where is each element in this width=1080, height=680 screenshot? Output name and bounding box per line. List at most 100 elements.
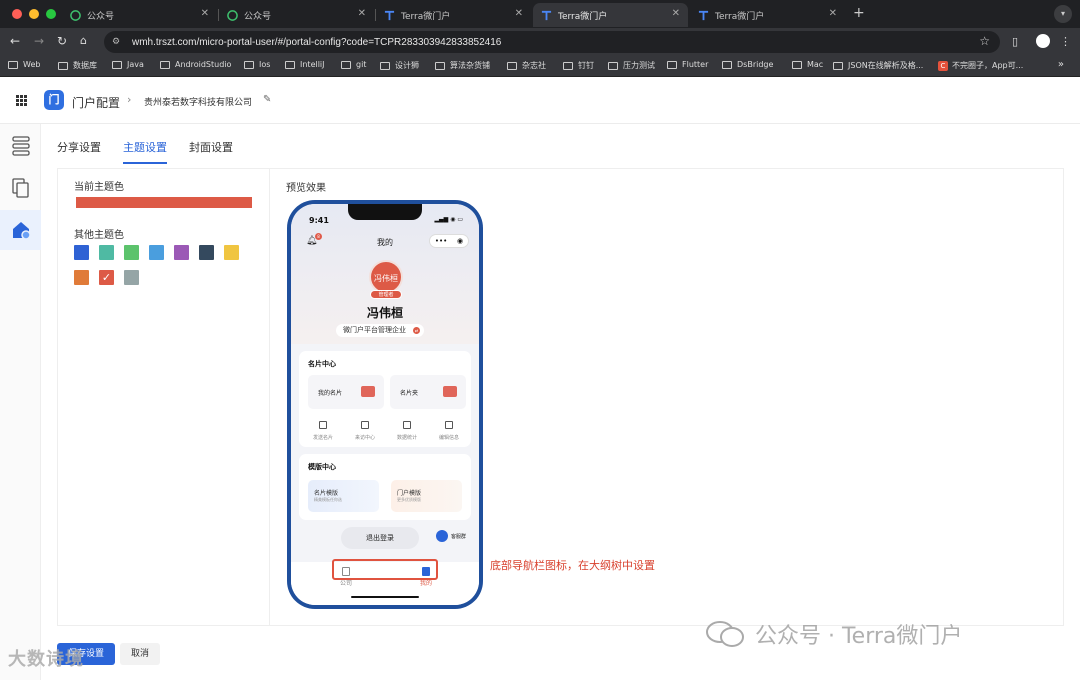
new-tab-button[interactable]: + bbox=[853, 5, 865, 21]
action-label: 编辑信息 bbox=[438, 435, 459, 441]
close-tab-icon[interactable]: ✕ bbox=[672, 8, 680, 19]
image-icon bbox=[319, 421, 327, 429]
bookmark-label: DsBridge bbox=[737, 60, 774, 69]
browser-tab[interactable]: Terra微门户 ✕ bbox=[376, 3, 531, 27]
close-tab-icon[interactable]: ✕ bbox=[358, 8, 366, 19]
bookmark-item[interactable]: Java bbox=[112, 60, 144, 69]
folder-icon bbox=[563, 61, 573, 70]
theme-swatch[interactable] bbox=[74, 270, 89, 285]
more-bookmarks-icon[interactable]: » bbox=[1058, 59, 1064, 70]
profile-avatar-icon[interactable] bbox=[1036, 34, 1050, 48]
bookmark-label: Web bbox=[23, 60, 41, 69]
wechat-icon bbox=[70, 9, 81, 21]
theme-swatch[interactable] bbox=[124, 270, 139, 285]
watermark-right: 公众号 · Terra微门户 bbox=[705, 618, 962, 650]
home-icon[interactable]: ⌂ bbox=[80, 34, 87, 47]
bookmark-star-icon[interactable]: ☆ bbox=[979, 34, 990, 48]
bookmark-item[interactable]: 算法杂货铺 bbox=[435, 60, 490, 71]
theme-swatch[interactable] bbox=[174, 245, 189, 260]
bookmark-item[interactable]: C 不完圈子，App可... bbox=[938, 60, 1023, 71]
phone-screen: 9:41 ▂▄▆ ◉ ▭ 🔔︎ 8 我的 ••• ◉ 冯伟桓 管理者 冯伟桓 微门… bbox=[291, 204, 479, 605]
theme-swatch[interactable] bbox=[149, 245, 164, 260]
back-arrow-icon[interactable]: ← bbox=[10, 34, 20, 48]
folder-icon bbox=[380, 61, 390, 70]
tab-search-chevron-icon[interactable]: ▾ bbox=[1054, 5, 1072, 23]
terra-icon bbox=[384, 10, 395, 20]
watermark-text: 公众号 · Terra微门户 bbox=[755, 624, 963, 649]
address-bar[interactable]: ⚙ wmh.trszt.com/micro-portal-user/#/port… bbox=[104, 31, 1000, 53]
bookmark-item[interactable]: Ios bbox=[244, 60, 270, 69]
theme-swatch[interactable] bbox=[99, 245, 114, 260]
role-badge: 管理者 bbox=[370, 290, 402, 299]
rail-item-theme[interactable] bbox=[0, 210, 41, 250]
theme-swatch[interactable] bbox=[199, 245, 214, 260]
rail-item-list[interactable] bbox=[0, 126, 41, 166]
tab-cover-settings[interactable]: 封面设置 bbox=[189, 139, 233, 164]
portal-template-tile: 门户模版 更多优质模版 bbox=[391, 480, 462, 512]
bookmark-item[interactable]: 杂志社 bbox=[507, 60, 546, 71]
browser-tab[interactable]: Terra微门户 ✕ bbox=[690, 3, 845, 27]
bookmark-item[interactable]: Mac bbox=[792, 60, 823, 69]
site-settings-icon[interactable]: ⚙ bbox=[112, 37, 122, 47]
browser-tab-active[interactable]: Terra微门户 ✕ bbox=[533, 3, 688, 27]
bookmark-item[interactable]: JSON在线解析及格... bbox=[833, 60, 923, 71]
forward-arrow-icon[interactable]: → bbox=[34, 34, 44, 48]
bookmark-label: 算法杂货铺 bbox=[450, 61, 490, 70]
watermark-left: 大数诗境 bbox=[8, 649, 84, 670]
app-grid-icon[interactable] bbox=[16, 95, 27, 106]
cancel-button[interactable]: 取消 bbox=[120, 643, 160, 665]
bookmark-label: 不完圈子，App可... bbox=[952, 61, 1024, 70]
url-text[interactable]: wmh.trszt.com/micro-portal-user/#/portal… bbox=[132, 37, 501, 48]
close-tab-icon[interactable]: ✕ bbox=[829, 8, 837, 19]
template-name: 门户模版 bbox=[397, 490, 422, 497]
tab-share-settings[interactable]: 分享设置 bbox=[57, 139, 101, 164]
close-tab-icon[interactable]: ✕ bbox=[515, 8, 523, 19]
bookmark-item[interactable]: 数据库 bbox=[58, 60, 97, 71]
tab-strip: 公众号 ✕ 公众号 ✕ Terra微门户 ✕ Terra微门户 ✕ Terra微… bbox=[0, 0, 1080, 28]
settings-tabs: 分享设置 主题设置 封面设置 bbox=[57, 139, 255, 164]
left-rail bbox=[0, 124, 41, 680]
bookmark-item[interactable]: Flutter bbox=[667, 60, 708, 69]
bookmark-item[interactable]: git bbox=[341, 60, 366, 69]
calendar-icon bbox=[403, 421, 411, 429]
edit-icon[interactable]: ✎ bbox=[263, 94, 271, 105]
theme-swatch[interactable] bbox=[224, 245, 239, 260]
minimize-window-button[interactable] bbox=[29, 9, 39, 19]
theme-swatch[interactable]: ✓ bbox=[99, 270, 114, 285]
maximize-window-button[interactable] bbox=[46, 9, 56, 19]
bookmark-item[interactable]: 设计狮 bbox=[380, 60, 419, 71]
browser-tab[interactable]: 公众号 ✕ bbox=[62, 3, 217, 27]
theme-swatch[interactable] bbox=[74, 245, 89, 260]
org-name: 微门户平台管理企业 bbox=[343, 326, 406, 334]
service-label: 客服群 bbox=[451, 533, 467, 540]
chat-icon bbox=[361, 421, 369, 429]
close-tab-icon[interactable]: ✕ bbox=[201, 8, 209, 19]
target-icon: ◉ bbox=[457, 237, 464, 245]
bookmark-item[interactable]: DsBridge bbox=[722, 60, 773, 69]
template-name: 名片模版 bbox=[314, 490, 339, 497]
bookmark-label: Ios bbox=[259, 60, 271, 69]
template-sub: 精美模板任你选 bbox=[314, 497, 342, 502]
folder-icon bbox=[435, 61, 445, 70]
close-window-button[interactable] bbox=[12, 9, 22, 19]
browser-tab[interactable]: 公众号 ✕ bbox=[219, 3, 374, 27]
bookmark-item[interactable]: AndroidStudio bbox=[160, 60, 231, 69]
tab-label: Terra微门户 bbox=[715, 11, 765, 22]
theme-swatch[interactable] bbox=[124, 245, 139, 260]
bookmark-item[interactable]: 钉钉 bbox=[563, 60, 594, 71]
signal-battery-icon: ▂▄▆ ◉ ▭ bbox=[434, 216, 463, 223]
side-panel-icon[interactable]: ▯ bbox=[1012, 35, 1018, 48]
card-holder-tile: 名片夹 bbox=[390, 375, 466, 409]
reload-icon[interactable]: ↻ bbox=[57, 34, 67, 48]
bookmark-item[interactable]: Web bbox=[8, 60, 40, 69]
more-menu-icon[interactable]: ⋮ bbox=[1060, 35, 1071, 48]
card-center-title: 名片中心 bbox=[308, 360, 336, 368]
app-header: 门 门户配置 › 贵州泰若数字科技有限公司 ✎ bbox=[0, 78, 1080, 124]
tab-theme-settings[interactable]: 主题设置 bbox=[123, 139, 167, 164]
rail-item-pages[interactable] bbox=[0, 168, 41, 208]
user-name: 冯伟桓 bbox=[366, 306, 403, 320]
bookmark-item[interactable]: 压力测试 bbox=[608, 60, 655, 71]
page-title: 门户配置 bbox=[72, 96, 121, 110]
bookmark-item[interactable]: IntelliJ bbox=[285, 60, 325, 69]
wechat-watermark-icon bbox=[706, 621, 744, 647]
